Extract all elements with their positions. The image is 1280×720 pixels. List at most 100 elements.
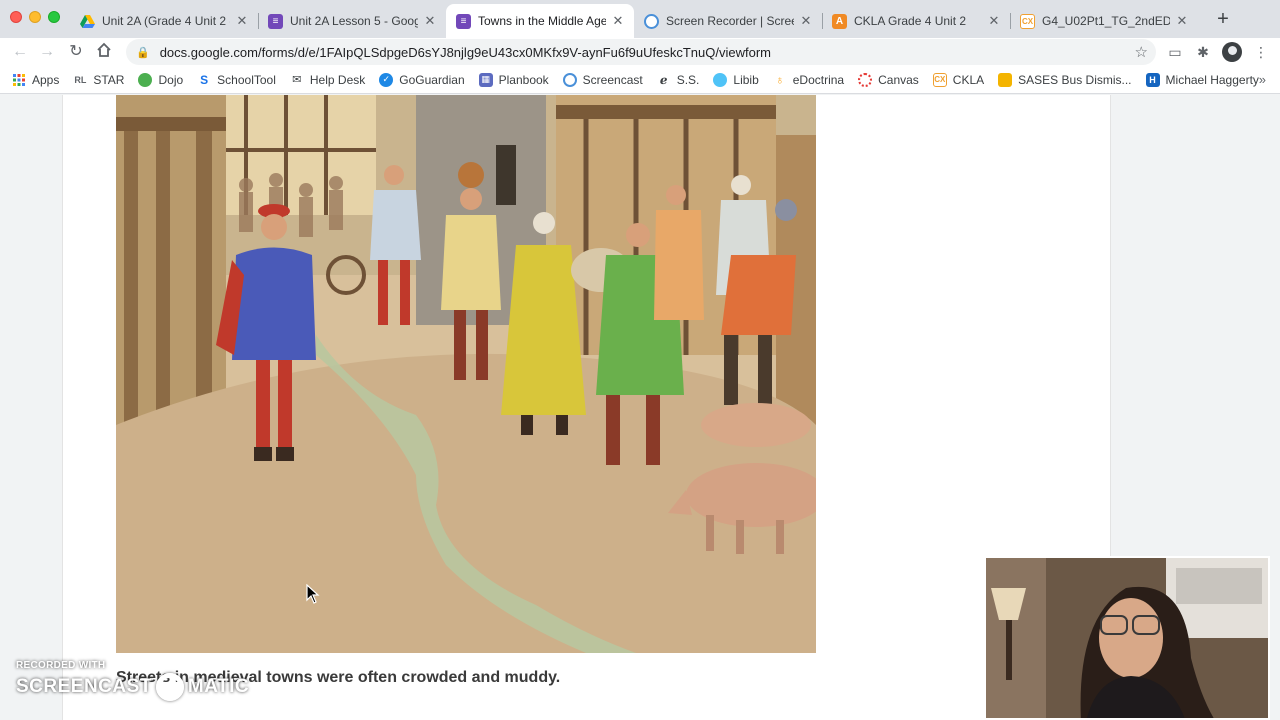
ckla-cx-icon: CX xyxy=(1020,14,1035,29)
chrome-menu-icon[interactable]: ⋮ xyxy=(1252,43,1270,61)
bookmark-label: Canvas xyxy=(878,72,919,87)
bookmark-label: Apps xyxy=(32,72,60,87)
bookmark-goguardian[interactable]: ✓ GoGuardian xyxy=(379,72,465,87)
bookmark-label: S.S. xyxy=(676,72,700,87)
ss-icon: ℯ xyxy=(659,72,668,87)
bookmark-label: GoGuardian xyxy=(399,72,465,87)
maximize-window-button[interactable] xyxy=(48,11,60,23)
bookmark-sases-bus[interactable]: SASES Bus Dismis... xyxy=(998,72,1132,87)
form-card: Streets in medieval towns were often cro… xyxy=(62,95,1111,720)
address-bar[interactable]: 🔒 docs.google.com/forms/d/e/1FAIpQLSdpge… xyxy=(126,39,1156,65)
h-site-icon: H xyxy=(1145,72,1160,87)
close-window-button[interactable] xyxy=(10,11,22,23)
bookmark-star-icon[interactable]: ☆ xyxy=(1135,43,1148,61)
bookmark-label: Michael Haggerty xyxy=(1165,72,1259,87)
bookmark-canvas[interactable]: Canvas xyxy=(858,72,919,87)
tab-g4-tg[interactable]: CX G4_U02Pt1_TG_2ndED17 ✕ xyxy=(1010,4,1198,38)
bookmark-label: Planbook xyxy=(498,72,549,87)
browser-tab-strip: Unit 2A (Grade 4 Unit 2 - I ✕ ≡ Unit 2A … xyxy=(0,0,1280,38)
bookmark-apps[interactable]: Apps xyxy=(12,73,59,87)
tab-title: G4_U02Pt1_TG_2ndED17 xyxy=(1042,14,1170,28)
renaissance-rl-icon: RL xyxy=(74,74,87,85)
libib-icon xyxy=(713,72,728,87)
bookmark-schooltool[interactable]: S SchoolTool xyxy=(197,73,276,87)
back-arrow-icon[interactable]: ← xyxy=(10,42,30,62)
window-controls xyxy=(10,11,60,23)
close-icon[interactable]: ✕ xyxy=(798,13,814,29)
minimize-window-button[interactable] xyxy=(29,11,41,23)
close-icon[interactable]: ✕ xyxy=(1174,13,1190,29)
edoctrina-icon: ♁ xyxy=(775,72,785,87)
help-desk-icon: ✉ xyxy=(292,74,302,86)
ckla-a-icon: A xyxy=(832,14,847,29)
screencast-brand: SCREENCAST MATIC xyxy=(16,673,249,701)
tab-title: CKLA Grade 4 Unit 2 xyxy=(854,14,967,28)
tab-lesson-5-form[interactable]: ≡ Unit 2A Lesson 5 - Google ✕ xyxy=(258,4,446,38)
bookmark-dojo[interactable]: Dojo xyxy=(138,72,184,87)
medieval-street-illustration-icon xyxy=(116,95,816,653)
bookmark-label: CKLA xyxy=(952,72,985,87)
forward-arrow-icon[interactable]: → xyxy=(37,42,57,62)
ckla-cx-icon: CX xyxy=(932,72,947,87)
bookmark-star[interactable]: RL STAR xyxy=(73,73,124,87)
canvas-icon xyxy=(858,72,873,87)
bookmark-label: Dojo xyxy=(158,72,184,87)
bookmark-ckla[interactable]: CX CKLA xyxy=(932,72,985,87)
tab-title: Unit 2A (Grade 4 Unit 2 - I xyxy=(102,14,230,28)
bookmark-label: Libib xyxy=(733,72,759,87)
reload-icon[interactable]: ↻ xyxy=(66,42,86,62)
dojo-icon xyxy=(138,72,153,87)
slides-icon xyxy=(998,72,1013,87)
bookmark-edoctrina[interactable]: ♁ eDoctrina xyxy=(773,73,844,87)
brand-left-text: SCREENCAST xyxy=(16,676,152,697)
url-text[interactable]: docs.google.com/forms/d/e/1FAIpQLSdpgeD6… xyxy=(160,45,771,60)
lock-icon[interactable]: 🔒 xyxy=(136,46,150,59)
mouse-cursor-icon xyxy=(306,583,320,604)
screencast-icon xyxy=(644,14,659,29)
more-bookmarks-chevron-icon[interactable]: » xyxy=(1259,72,1266,87)
bookmark-screencast[interactable]: Screencast xyxy=(562,72,643,87)
close-icon[interactable]: ✕ xyxy=(234,13,250,29)
close-icon[interactable]: ✕ xyxy=(610,13,626,29)
planbook-icon: ▦ xyxy=(478,72,493,87)
tab-title: Towns in the Middle Ages xyxy=(478,14,606,28)
tab-title: Unit 2A Lesson 5 - Google xyxy=(290,14,418,28)
close-icon[interactable]: ✕ xyxy=(422,13,438,29)
tab-title: Screen Recorder | Screen xyxy=(666,14,794,28)
bookmark-libib[interactable]: Libib xyxy=(713,72,759,87)
google-forms-icon: ≡ xyxy=(456,14,471,29)
bookmark-label: SASES Bus Dismis... xyxy=(1018,72,1132,87)
schooltool-icon: S xyxy=(200,72,209,87)
bookmark-label: Help Desk xyxy=(309,72,366,87)
tab-unit-2a-drive[interactable]: Unit 2A (Grade 4 Unit 2 - I ✕ xyxy=(70,4,258,38)
google-drive-icon xyxy=(80,14,95,29)
google-forms-icon: ≡ xyxy=(268,14,283,29)
recorded-with-label: RECORDED WITH xyxy=(16,660,106,671)
screencast-watermark: RECORDED WITH SCREENCAST MATIC xyxy=(16,660,249,701)
tab-list: Unit 2A (Grade 4 Unit 2 - I ✕ ≡ Unit 2A … xyxy=(70,4,1198,38)
screencast-logo-icon xyxy=(155,673,184,701)
new-tab-button[interactable]: + xyxy=(1212,9,1234,31)
bookmark-label: eDoctrina xyxy=(792,72,845,87)
bookmark-help-desk[interactable]: ✉ Help Desk xyxy=(290,73,365,87)
tab-screen-recorder[interactable]: Screen Recorder | Screen ✕ xyxy=(634,4,822,38)
browser-toolbar: ← → ↻ 🔒 docs.google.com/forms/d/e/1FAIpQ… xyxy=(0,38,1280,66)
bookmark-ss[interactable]: ℯ S.S. xyxy=(657,73,700,87)
bookmark-label: Screencast xyxy=(582,72,643,87)
home-icon[interactable] xyxy=(94,42,114,62)
bookmark-label: SchoolTool xyxy=(217,72,276,87)
bookmark-michael-haggerty[interactable]: H Michael Haggerty xyxy=(1145,72,1259,87)
bookmark-label: STAR xyxy=(93,72,125,87)
profile-avatar[interactable] xyxy=(1222,42,1242,62)
close-icon[interactable]: ✕ xyxy=(986,13,1002,29)
extensions-puzzle-icon[interactable]: ✱ xyxy=(1194,43,1212,61)
tab-ckla-grade-4[interactable]: A CKLA Grade 4 Unit 2 ✕ xyxy=(822,4,1010,38)
bookmarks-bar: Apps RL STAR Dojo S SchoolTool ✉ Help De… xyxy=(0,66,1280,94)
tab-towns-middle-ages[interactable]: ≡ Towns in the Middle Ages ✕ xyxy=(446,4,634,38)
webcam-feed-icon xyxy=(984,556,1270,720)
bookmark-planbook[interactable]: ▦ Planbook xyxy=(478,72,549,87)
apps-grid-icon xyxy=(12,73,26,87)
goguardian-icon: ✓ xyxy=(379,72,394,87)
brand-right-text: MATIC xyxy=(187,676,250,697)
cast-icon[interactable]: ▭ xyxy=(1166,43,1184,61)
